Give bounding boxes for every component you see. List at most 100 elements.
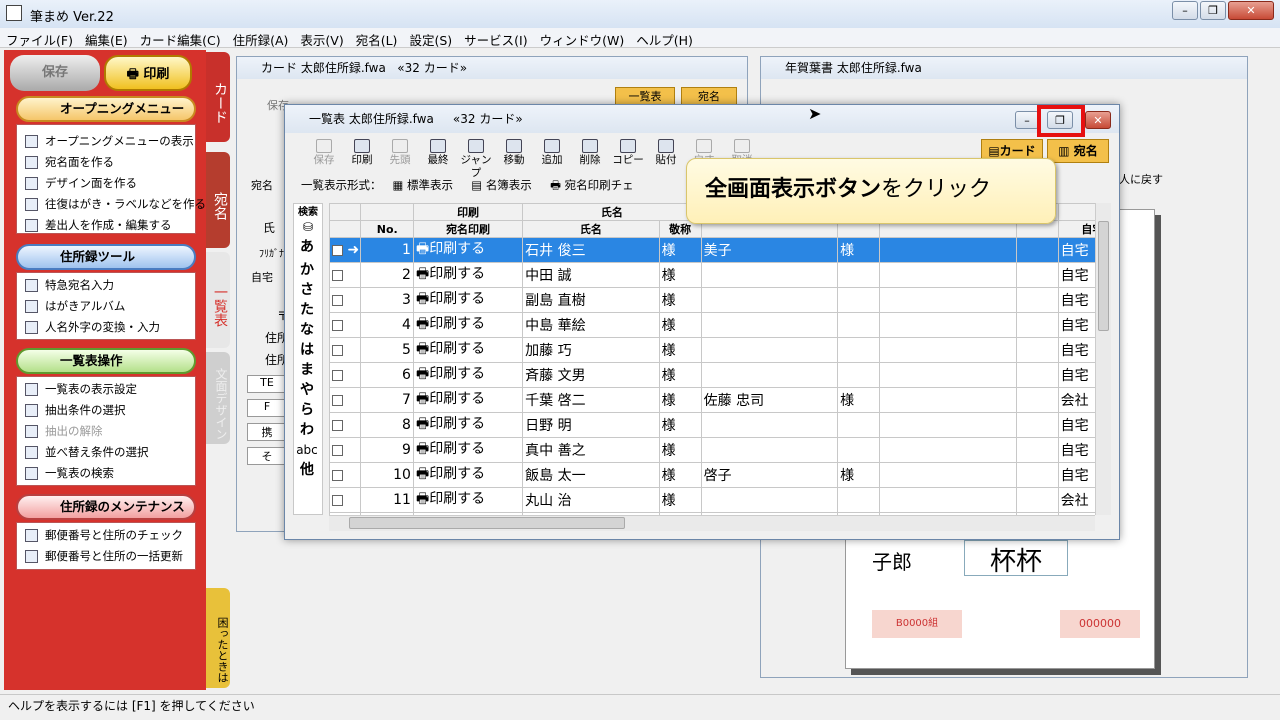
row-joint1[interactable] (700, 337, 839, 363)
menu-view[interactable]: 表示(V) (294, 28, 349, 51)
row-name[interactable]: 日野 明 (522, 412, 660, 438)
header-home-address[interactable]: 自宅住所 (1057, 220, 1095, 238)
opening-item-label[interactable]: 往復はがき・ラベルなどを作る (17, 194, 206, 215)
scroll-thumb[interactable] (1098, 221, 1109, 331)
row-joint2[interactable] (879, 287, 1017, 313)
tool-delete[interactable]: 削除 (571, 137, 609, 167)
card-home-tab[interactable]: 自宅 (251, 269, 273, 285)
opening-item-design[interactable]: デザイン面を作る (17, 173, 195, 194)
row-no[interactable]: 4 (360, 312, 414, 338)
tab-card[interactable]: カード (206, 52, 230, 142)
row-checkbox[interactable] (332, 494, 343, 506)
row-checkbox[interactable] (332, 394, 343, 406)
row-joint2-hon[interactable] (1015, 462, 1059, 488)
menu-service[interactable]: サービス(I) (458, 28, 533, 51)
row-print-status[interactable]: 🖶印刷する (412, 387, 524, 413)
menu-atena[interactable]: 宛名(L) (350, 28, 404, 51)
table-row[interactable]: 2🖶印刷する中田 誠様自宅34 (329, 262, 1095, 288)
kana-ta[interactable]: た (294, 300, 320, 320)
tool-copy[interactable]: コピー (609, 137, 647, 167)
minimize-button[interactable]: – (1172, 1, 1198, 20)
row-address-type[interactable]: 自宅 (1057, 362, 1095, 388)
row-address-type[interactable]: 自宅 (1057, 287, 1095, 313)
row-joint1[interactable] (700, 312, 839, 338)
row-joint2[interactable] (879, 362, 1017, 388)
row-no[interactable]: 9 (360, 437, 414, 463)
row-joint1-hon[interactable]: 様 (837, 462, 881, 488)
header-print[interactable]: 印刷 (412, 203, 524, 221)
row-check[interactable] (329, 262, 362, 288)
row-name[interactable]: 斉藤 文男 (522, 362, 660, 388)
row-joint2-hon[interactable] (1015, 487, 1059, 513)
tools-item-gaiji[interactable]: 人名外字の変換・入力 (17, 317, 195, 338)
row-no[interactable]: 3 (360, 287, 414, 313)
row-joint1[interactable] (700, 412, 839, 438)
header-atena-print[interactable]: 宛名印刷 (412, 220, 524, 238)
row-print-status[interactable]: 🖶印刷する (412, 362, 524, 388)
row-print-status[interactable]: 🖶印刷する (412, 437, 524, 463)
opening-item-sender[interactable]: 差出人を作成・編集する (17, 215, 195, 236)
row-name[interactable]: 石井 俊三 (522, 237, 660, 263)
row-joint1[interactable] (700, 362, 839, 388)
row-joint1-hon[interactable] (837, 437, 881, 463)
row-joint2[interactable] (879, 312, 1017, 338)
row-joint2[interactable] (879, 237, 1017, 263)
row-print-status[interactable]: 🖶印刷する (412, 462, 524, 488)
row-check[interactable] (329, 387, 362, 413)
list-close-button[interactable]: ✕ (1085, 111, 1111, 129)
row-joint1-hon[interactable] (837, 337, 881, 363)
tool-add[interactable]: 追加 (533, 137, 571, 167)
row-no[interactable]: 7 (360, 387, 414, 413)
row-honorific[interactable]: 様 (658, 462, 702, 488)
list-ops-item-clear[interactable]: 抽出の解除 (17, 421, 195, 442)
row-joint1[interactable] (700, 487, 839, 513)
row-joint1[interactable] (700, 287, 839, 313)
kana-ka[interactable]: か (294, 260, 320, 280)
row-print-status[interactable]: 🖶印刷する (412, 287, 524, 313)
tool-move[interactable]: 移動 (495, 137, 533, 167)
card-fax-field[interactable]: F (247, 399, 287, 417)
table-row[interactable]: 9🖶印刷する真中 善之様自宅78 (329, 437, 1095, 463)
row-print-status[interactable]: 🖶印刷する (412, 312, 524, 338)
row-check[interactable] (329, 412, 362, 438)
table-row[interactable]: 5🖶印刷する加藤 巧様自宅89 (329, 337, 1095, 363)
row-address-type[interactable]: 自宅 (1057, 237, 1095, 263)
card-tel-field[interactable]: TE (247, 375, 287, 393)
row-joint1-hon[interactable] (837, 412, 881, 438)
row-joint2[interactable] (879, 337, 1017, 363)
tool-first[interactable]: 先頭 (381, 137, 419, 167)
row-joint2-hon[interactable] (1015, 412, 1059, 438)
menu-card-edit[interactable]: カード編集(C) (134, 28, 227, 51)
row-joint1[interactable]: 佐藤 忠司 (700, 387, 839, 413)
row-checkbox[interactable] (332, 269, 343, 281)
row-no[interactable]: 6 (360, 362, 414, 388)
list-ops-header[interactable]: 一覧表操作 (16, 348, 196, 374)
row-joint1-hon[interactable]: 様 (837, 237, 881, 263)
tool-paste[interactable]: 貼付 (647, 137, 685, 167)
maintenance-item-update[interactable]: 郵便番号と住所の一括更新 (17, 546, 195, 567)
vertical-scrollbar[interactable] (1095, 203, 1111, 515)
row-checkbox[interactable] (332, 244, 343, 256)
row-joint2[interactable] (879, 437, 1017, 463)
horizontal-scrollbar[interactable] (329, 515, 1095, 531)
tool-save[interactable]: 保存 (305, 137, 343, 167)
row-print-status[interactable]: 🖶印刷する (412, 262, 524, 288)
row-name[interactable]: 千葉 啓二 (522, 387, 660, 413)
table-row[interactable]: 11🖶印刷する丸山 治様会社41 (329, 487, 1095, 513)
table-row[interactable]: 6🖶印刷する斉藤 文男様自宅02 (329, 362, 1095, 388)
row-honorific[interactable]: 様 (658, 487, 702, 513)
row-joint1-hon[interactable]: 様 (837, 387, 881, 413)
hscroll-thumb[interactable] (349, 517, 625, 529)
tab-address[interactable]: 宛名 (206, 152, 230, 248)
list-ops-item-filter[interactable]: 抽出条件の選択 (17, 400, 195, 421)
row-name[interactable]: 加藤 巧 (522, 337, 660, 363)
row-check[interactable] (329, 437, 362, 463)
row-joint1[interactable] (700, 262, 839, 288)
row-name[interactable]: 中田 誠 (522, 262, 660, 288)
menu-address-book[interactable]: 住所録(A) (227, 28, 295, 51)
row-no[interactable]: 1 (360, 237, 414, 263)
header-name[interactable]: 氏名 (522, 220, 660, 238)
row-address-type[interactable]: 自宅 (1057, 412, 1095, 438)
row-check[interactable] (329, 487, 362, 513)
row-honorific[interactable]: 様 (658, 362, 702, 388)
